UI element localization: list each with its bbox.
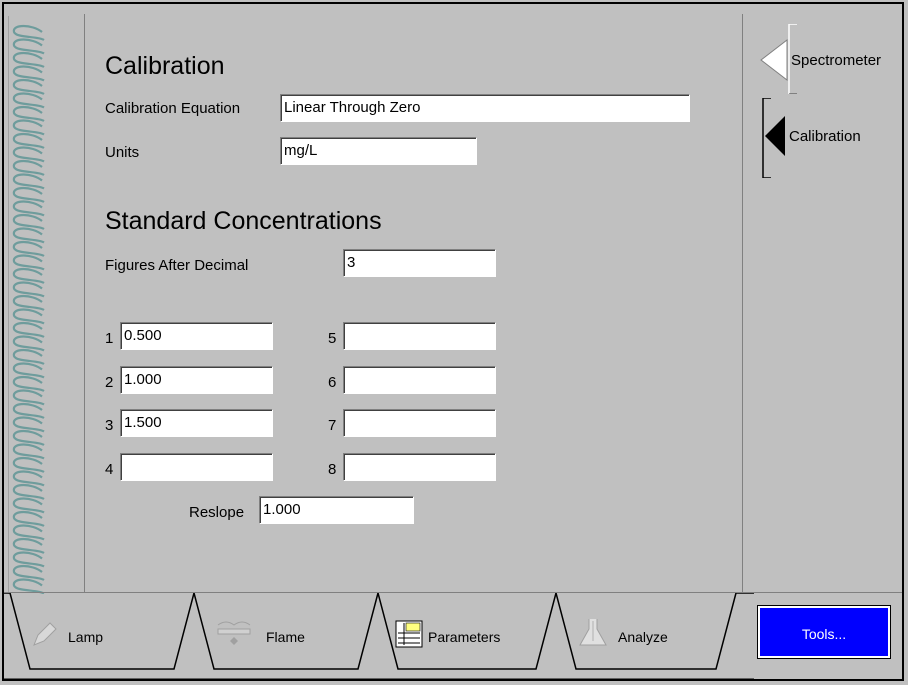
tab-label: Calibration <box>789 128 861 145</box>
spiral-coil <box>12 159 45 177</box>
spiral-coil <box>12 375 45 393</box>
reslope-label: Reslope <box>189 504 245 521</box>
spiral-coil <box>12 348 45 366</box>
spiral-coil <box>12 564 45 582</box>
spiral-coil <box>12 92 45 109</box>
spiral-coil <box>12 119 45 136</box>
section-title: Standard Concentrations <box>105 207 382 235</box>
spiral-coil <box>12 470 45 487</box>
arrow-left-filled-icon <box>765 116 785 156</box>
spiral-coil <box>12 551 45 568</box>
tab-label: Analyze <box>618 629 668 645</box>
standard-number: 1 <box>105 330 114 347</box>
spiral-coil <box>12 173 45 190</box>
arrow-left-outline-icon <box>760 38 788 82</box>
spiral-coil <box>12 146 45 163</box>
spiral-coil <box>12 294 45 312</box>
spiral-coil <box>12 281 45 298</box>
spiral-coil <box>12 321 45 339</box>
standard-number: 3 <box>105 417 114 434</box>
spiral-coil <box>12 335 45 352</box>
parameters-table-icon <box>395 620 423 648</box>
spiral-coil <box>12 308 45 325</box>
tools-button[interactable]: Tools... <box>757 605 891 659</box>
spiral-coil <box>12 429 45 447</box>
spiral-coil <box>12 402 45 420</box>
standard-number: 6 <box>328 374 337 391</box>
standard-4-field[interactable] <box>120 453 273 481</box>
standard-2-field[interactable]: 1.000 <box>120 366 273 394</box>
spiral-coil <box>12 389 45 406</box>
tab-lamp[interactable]: Lamp <box>24 603 184 669</box>
spiral-coil <box>12 51 45 69</box>
spiral-coil <box>12 213 45 231</box>
spiral-coil <box>12 78 45 96</box>
calibration-panel: Calibration Calibration Equation Linear … <box>84 14 741 592</box>
spiral-coil <box>12 227 45 244</box>
standard-number: 5 <box>328 330 337 347</box>
spiral-coil <box>12 537 45 555</box>
standard-1-field[interactable]: 0.500 <box>120 322 273 350</box>
reslope-field[interactable]: 1.000 <box>259 496 414 524</box>
flask-icon <box>579 619 607 646</box>
calibration-equation-field[interactable]: Linear Through Zero <box>280 94 690 122</box>
standard-3-field[interactable]: 1.500 <box>120 409 273 437</box>
calibration-equation-label: Calibration Equation <box>105 100 241 117</box>
spiral-coil <box>12 524 45 541</box>
spiral-coil <box>12 200 45 217</box>
tab-spectrometer[interactable]: Spectrometer <box>753 24 903 94</box>
standard-8-field[interactable] <box>343 453 496 481</box>
spiral-coil <box>12 240 45 258</box>
tab-label: Parameters <box>428 629 501 645</box>
spiral-coil <box>12 105 45 123</box>
flame-burner-icon <box>217 621 251 645</box>
standard-number: 2 <box>105 374 114 391</box>
tab-label: Spectrometer <box>791 52 882 69</box>
tab-parameters[interactable]: Parameters <box>392 603 552 669</box>
tab-label: Flame <box>266 629 305 645</box>
standard-number: 4 <box>105 461 114 478</box>
standard-number: 8 <box>328 461 337 478</box>
tab-flame[interactable]: Flame <box>210 603 370 669</box>
spiral-coil <box>12 497 45 514</box>
spiral-coil <box>12 65 45 82</box>
page-title: Calibration <box>105 52 225 80</box>
spiral-coil <box>12 24 45 42</box>
spiral-coil <box>12 416 45 433</box>
spiral-coil <box>12 456 45 474</box>
standard-number: 7 <box>328 417 337 434</box>
standard-5-field[interactable] <box>343 322 496 350</box>
tab-label: Lamp <box>68 629 104 645</box>
pencil-icon <box>33 622 57 646</box>
units-label: Units <box>105 144 140 161</box>
spiral-coil <box>12 267 45 285</box>
figures-after-decimal-field[interactable]: 3 <box>343 249 496 277</box>
tab-analyze[interactable]: Analyze <box>570 603 730 669</box>
standard-6-field[interactable] <box>343 366 496 394</box>
spiral-coil <box>12 483 45 501</box>
spiral-coil <box>12 443 45 460</box>
spiral-coil <box>12 186 45 204</box>
spiral-coil <box>12 254 45 271</box>
spiral-coil <box>12 362 45 379</box>
spiral-coil <box>12 510 45 528</box>
figures-after-decimal-label: Figures After Decimal <box>105 257 249 274</box>
units-field[interactable]: mg/L <box>280 137 477 165</box>
tab-calibration[interactable]: Calibration <box>753 98 903 178</box>
notebook-spiral-binding <box>8 16 45 594</box>
standard-7-field[interactable] <box>343 409 496 437</box>
right-tab-panel: Spectrometer Calibration <box>742 14 905 592</box>
spiral-coil <box>12 132 45 150</box>
spiral-coil <box>12 38 45 55</box>
